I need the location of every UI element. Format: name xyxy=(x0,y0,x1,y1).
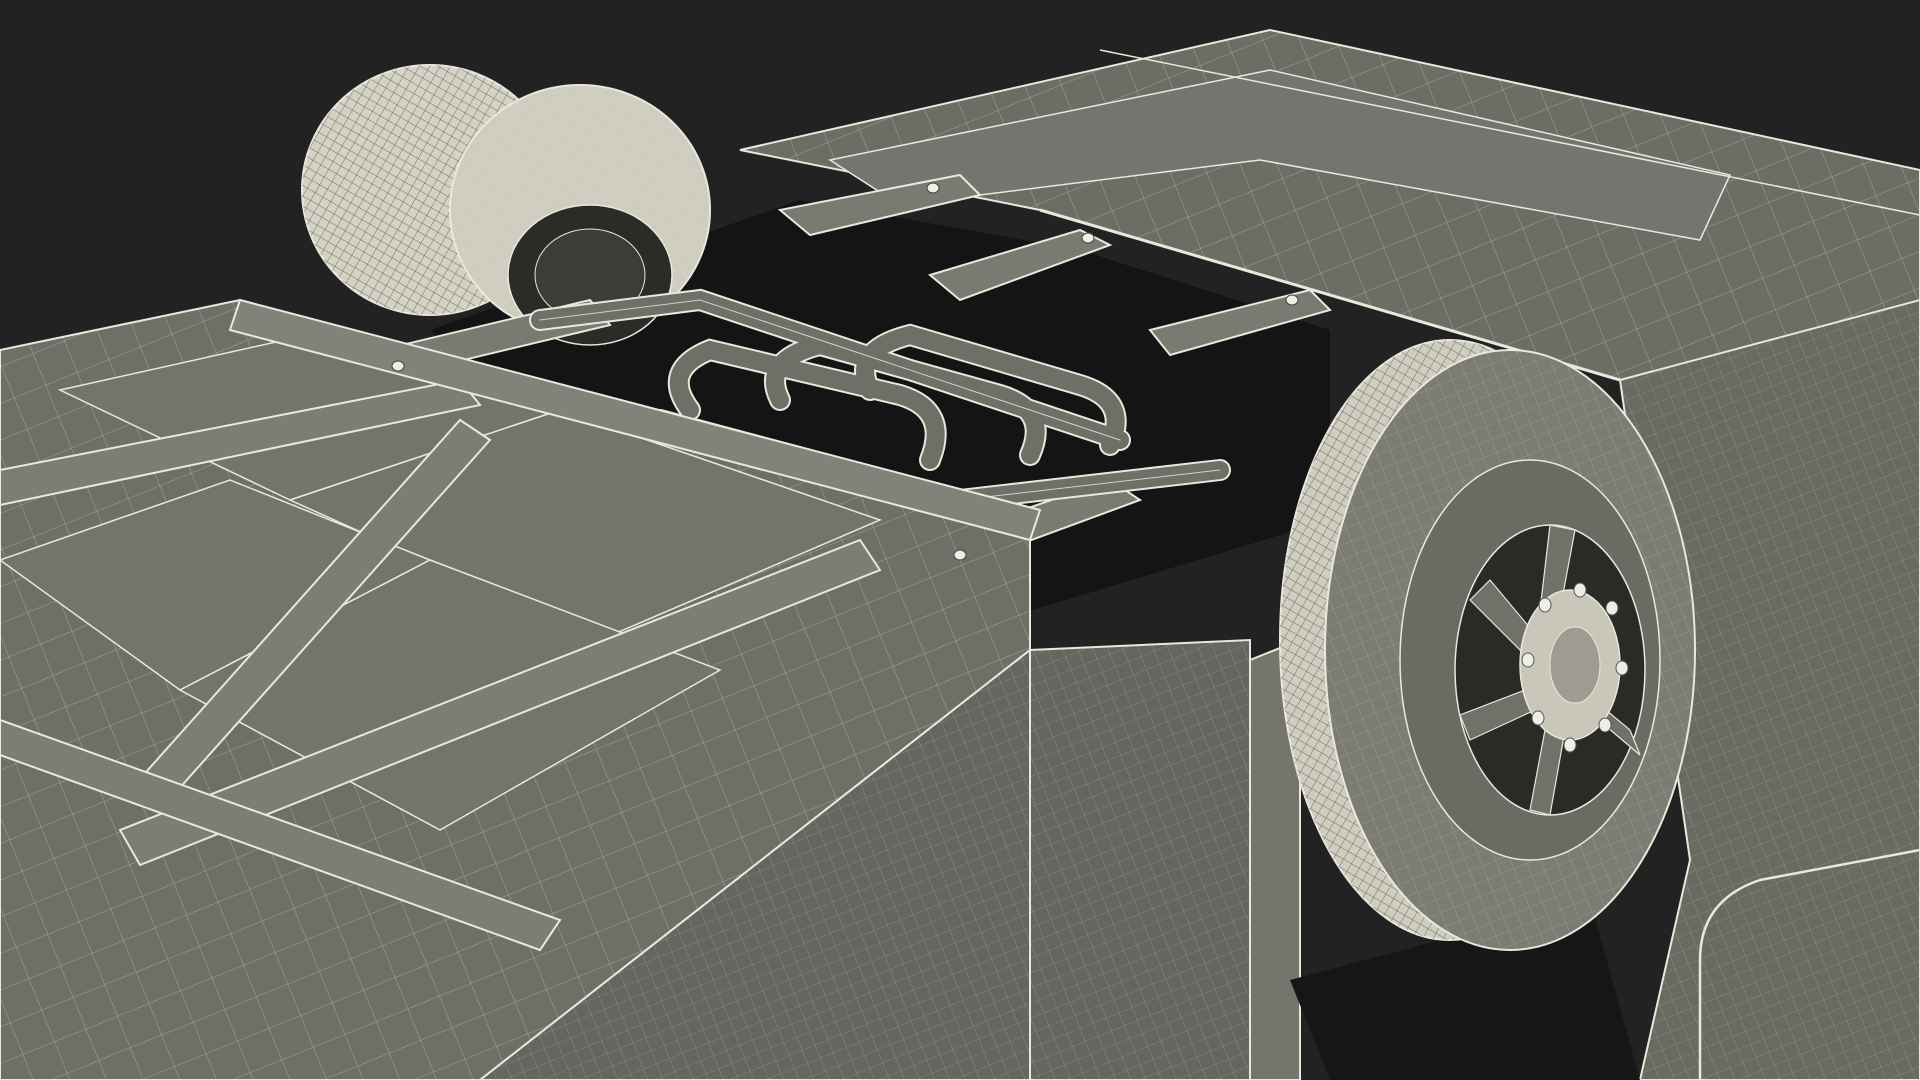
wireframe-render-scene xyxy=(0,0,1920,1080)
